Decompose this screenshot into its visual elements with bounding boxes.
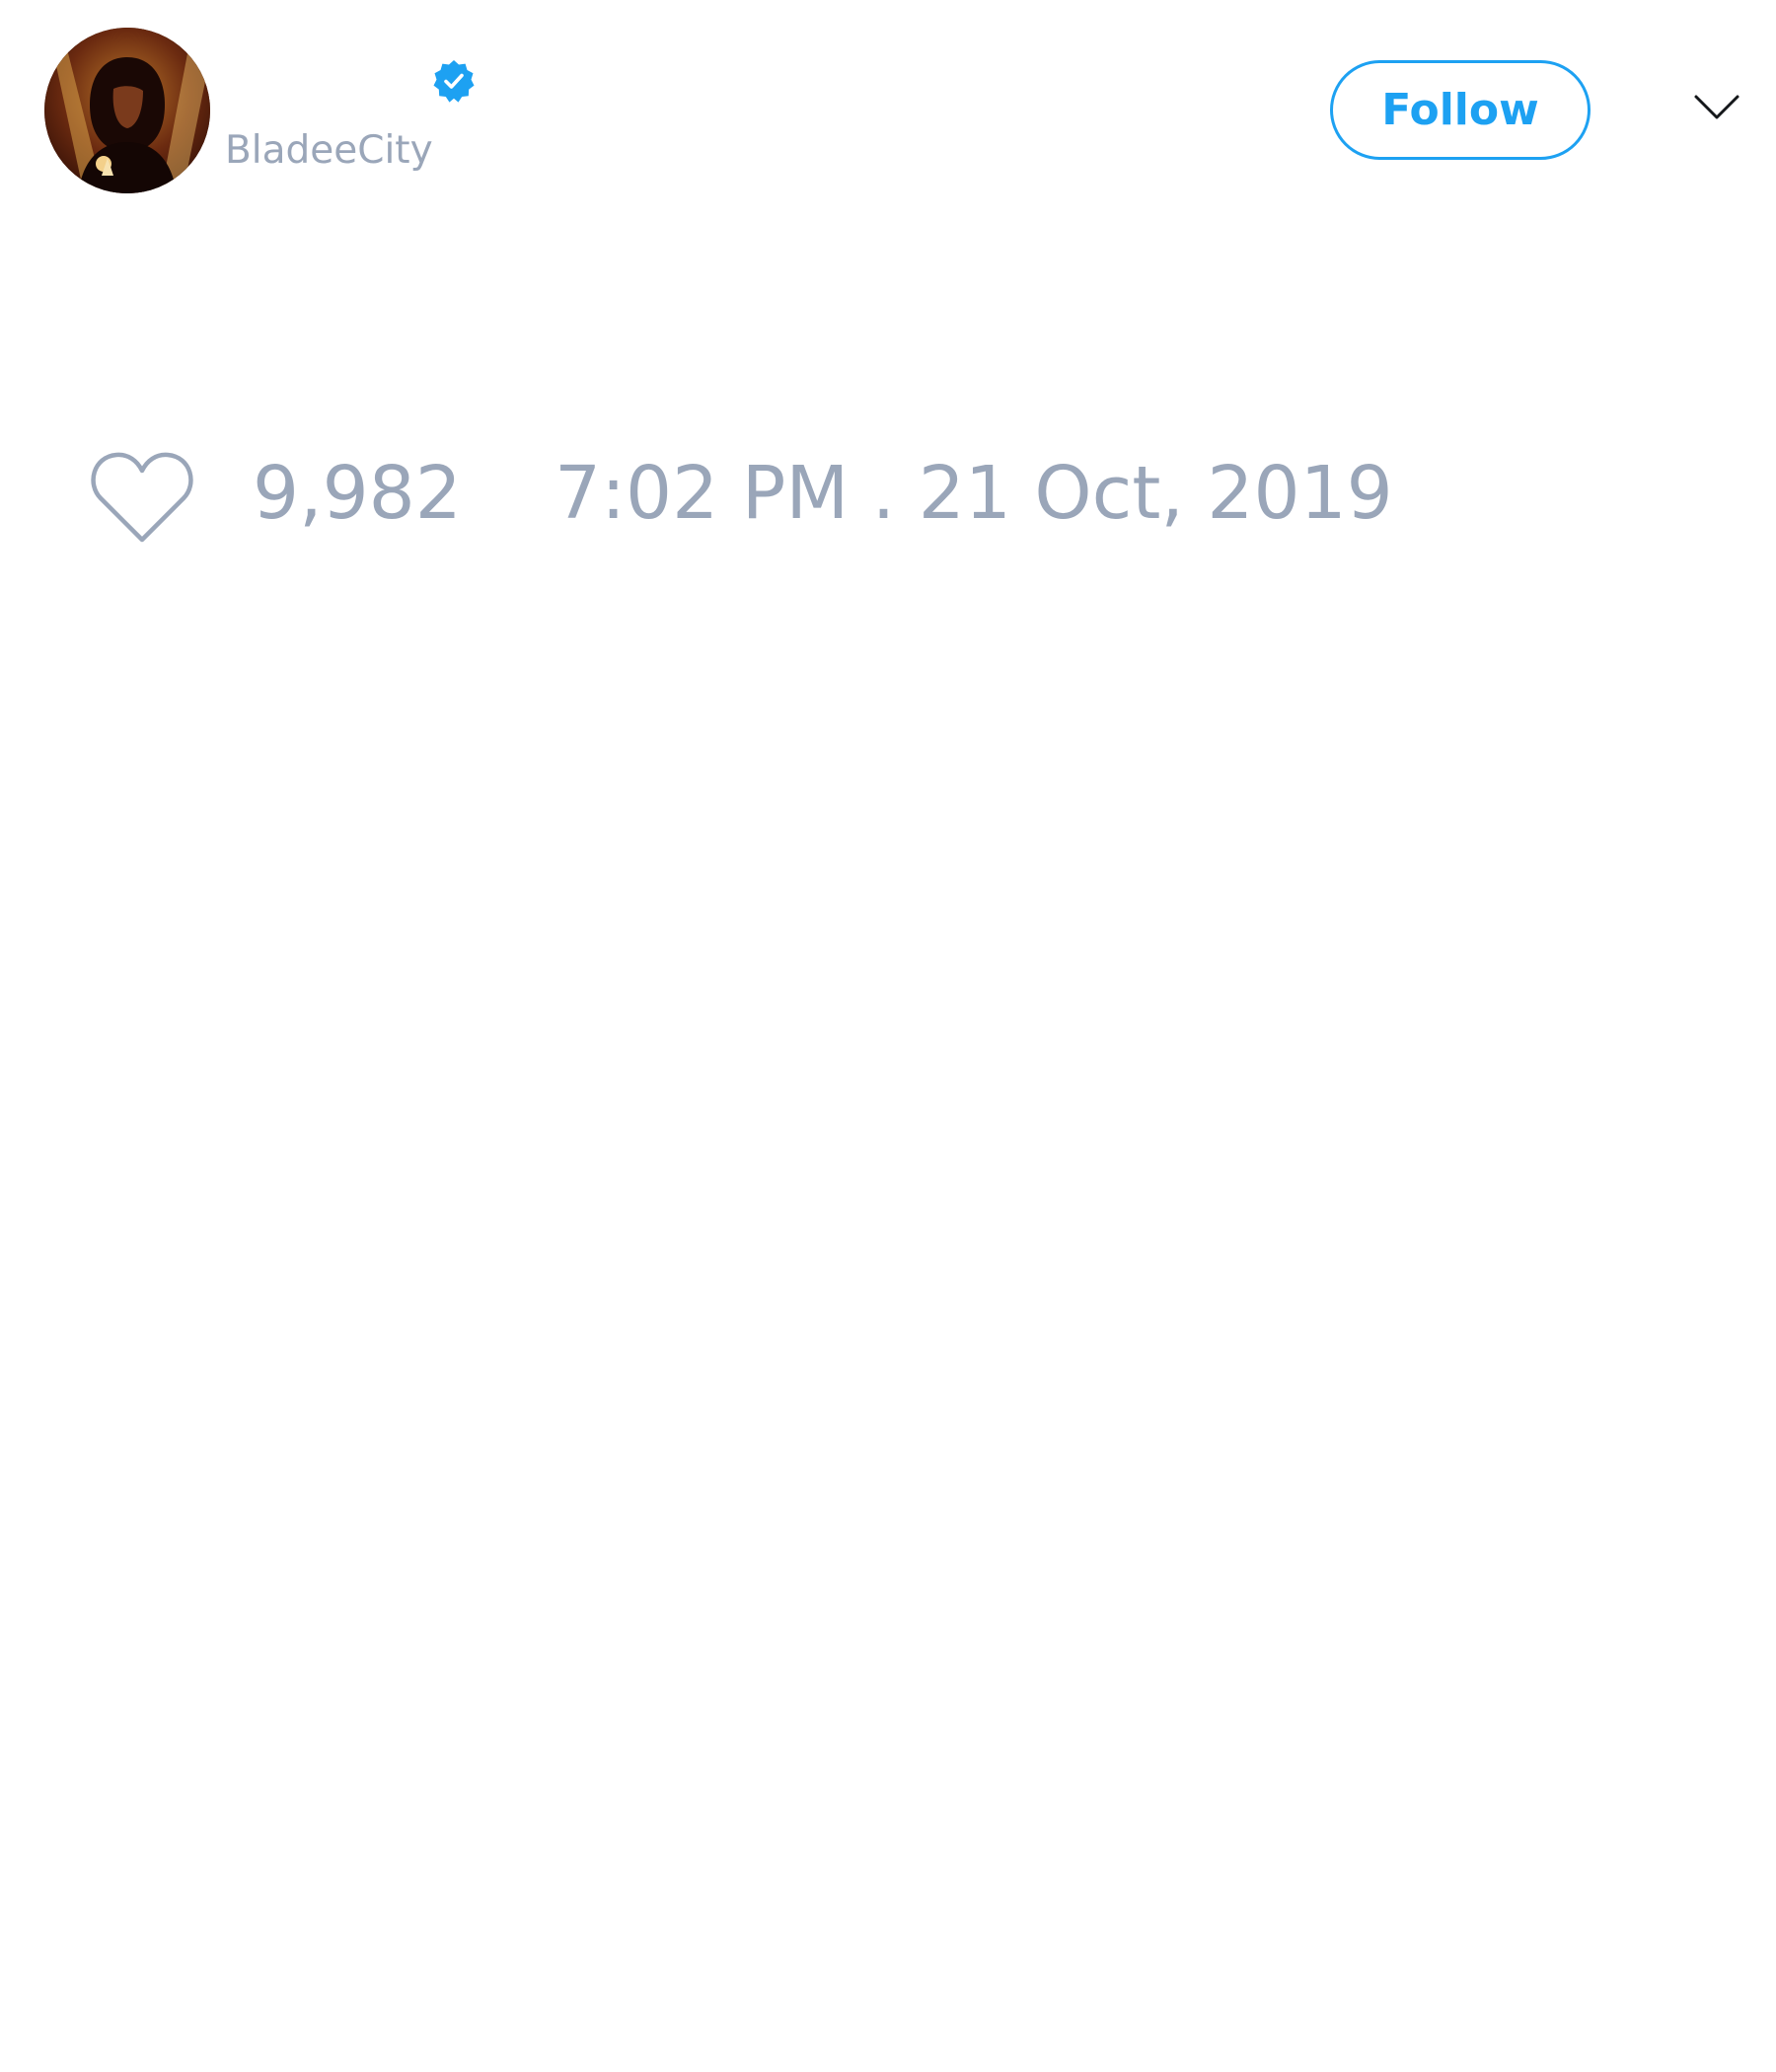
chevron-down-icon[interactable]	[1693, 93, 1740, 122]
verified-badge-icon	[433, 60, 475, 103]
user-handle[interactable]: BladeeCity	[225, 126, 433, 176]
avatar-photo	[44, 28, 210, 193]
follow-button[interactable]: Follow	[1330, 60, 1591, 160]
tweet-timestamp[interactable]: 7:02 PM . 21 Oct, 2019	[555, 434, 1393, 553]
avatar[interactable]	[44, 28, 210, 193]
tweet-actions: 9,982 7:02 PM . 21 Oct, 2019	[0, 434, 1776, 562]
heart-icon[interactable]	[89, 449, 195, 546]
tweet-card: BladeeCity Follow 9,982 7:02 PM . 21 Oct…	[0, 0, 1776, 2072]
like-count: 9,982	[253, 451, 462, 536]
